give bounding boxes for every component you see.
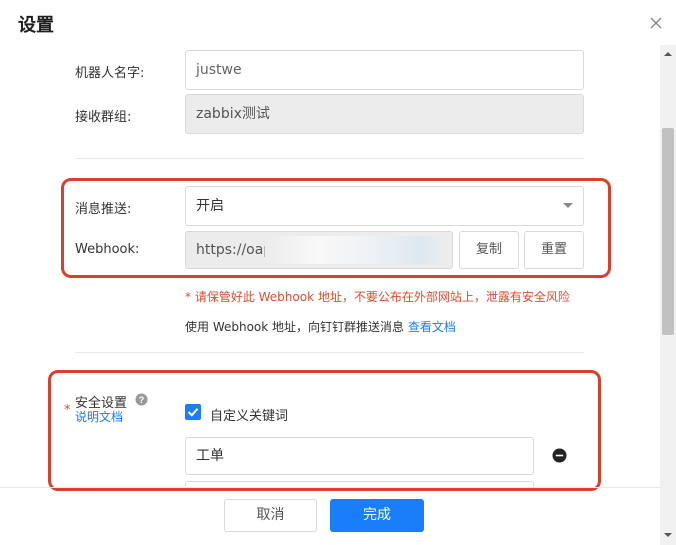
webhook-usage: 使用 Webhook 地址，向钉钉群推送消息 查看文档 [185, 318, 456, 335]
robot-name-input[interactable]: justwe [185, 50, 584, 90]
cancel-button[interactable]: 取消 [224, 499, 317, 532]
divider [75, 158, 584, 159]
scrollbar-thumb[interactable] [662, 128, 674, 335]
highlight-box-security [48, 370, 601, 491]
group-field: zabbix测试 [185, 94, 584, 134]
divider [75, 352, 584, 353]
robot-name-label: 机器人名字: [75, 66, 145, 81]
webhook-warning: * 请保管好此 Webhook 地址，不要公布在外部网站上，泄露有安全风险 [185, 290, 570, 304]
scroll-down-arrow-icon[interactable] [662, 530, 674, 540]
view-docs-link[interactable]: 查看文档 [408, 320, 456, 334]
scroll-up-arrow-icon[interactable] [662, 49, 674, 59]
close-icon[interactable] [648, 15, 664, 31]
webhook-usage-text: 使用 Webhook 地址，向钉钉群推送消息 [185, 320, 405, 334]
footer-divider [0, 487, 660, 488]
dialog-title: 设置 [18, 15, 54, 36]
group-label: 接收群组: [75, 110, 132, 125]
done-button[interactable]: 完成 [330, 499, 424, 532]
highlight-box-webhook [61, 178, 611, 278]
